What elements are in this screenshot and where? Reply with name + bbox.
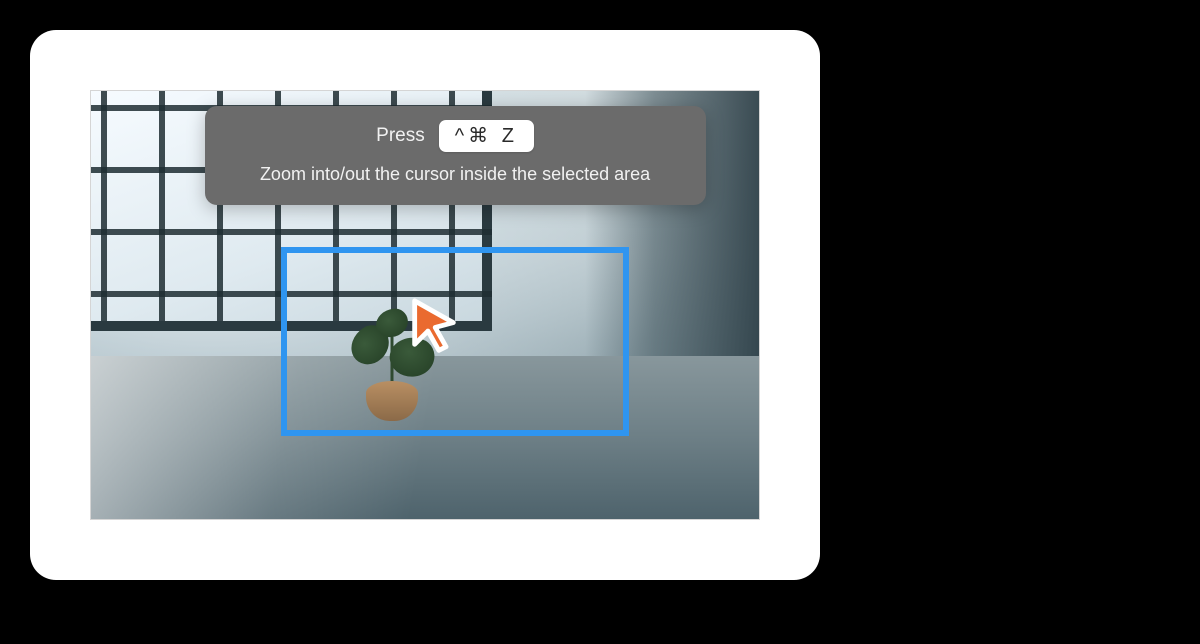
press-label: Press — [376, 125, 425, 147]
showcase-card: Press ^⌘ Z Zoom into/out the cursor insi… — [30, 30, 820, 580]
tooltip-row-press: Press ^⌘ Z — [376, 120, 534, 152]
cursor-pointer-icon — [405, 296, 463, 354]
tooltip-description: Zoom into/out the cursor inside the sele… — [260, 164, 650, 185]
shortcut-tooltip: Press ^⌘ Z Zoom into/out the cursor insi… — [205, 106, 706, 205]
keyboard-shortcut-badge: ^⌘ Z — [439, 120, 534, 152]
preview-image: Press ^⌘ Z Zoom into/out the cursor insi… — [90, 90, 760, 520]
